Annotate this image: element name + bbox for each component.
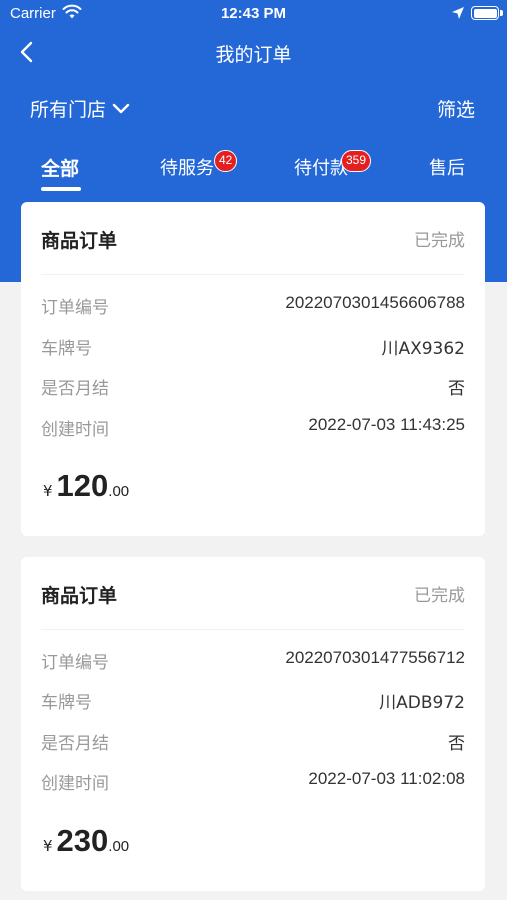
- plate-number-row: 车牌号 川AX9362: [41, 334, 465, 360]
- field-label: 车牌号: [41, 693, 92, 713]
- monthly-settlement-value: 否: [448, 379, 465, 399]
- order-tabs: 全部 待服务 42 待付款 359 售后: [0, 150, 507, 194]
- field-label: 订单编号: [41, 298, 109, 318]
- active-tab-indicator: [41, 187, 81, 191]
- field-label: 是否月结: [41, 734, 109, 754]
- order-type: 商品订单: [41, 585, 118, 607]
- field-label: 车牌号: [41, 339, 92, 359]
- battery-icon: [471, 6, 503, 20]
- created-time: 2022-07-03 11:02:08: [308, 769, 465, 788]
- plate-number-row: 车牌号 川ADB972: [41, 688, 465, 714]
- tab-label: 待服务: [160, 158, 214, 179]
- tab-after-sales[interactable]: 售后: [429, 154, 465, 180]
- field-label: 创建时间: [41, 774, 109, 794]
- store-selector[interactable]: 所有门店: [30, 95, 130, 122]
- order-price: ¥ 230 .00: [43, 823, 129, 859]
- tab-pending-service[interactable]: 待服务: [160, 154, 214, 180]
- order-status: 已完成: [414, 586, 465, 606]
- tab-label: 全部: [41, 158, 80, 180]
- location-arrow-icon: [452, 7, 464, 19]
- order-number: 2022070301477556712: [285, 648, 465, 667]
- order-number-row: 订单编号 2022070301456606788: [41, 293, 465, 319]
- field-label: 是否月结: [41, 379, 109, 399]
- order-card-header: 商品订单 已完成: [21, 202, 485, 272]
- tab-label: 待付款: [294, 158, 348, 179]
- created-time-row: 创建时间 2022-07-03 11:02:08: [41, 769, 465, 795]
- order-price: ¥ 120 .00: [43, 468, 129, 504]
- order-number: 2022070301456606788: [285, 293, 465, 312]
- order-card-header: 商品订单 已完成: [21, 557, 485, 627]
- price-decimal: .00: [108, 483, 130, 500]
- currency-symbol: ¥: [43, 482, 53, 500]
- price-integer: 230: [56, 823, 109, 858]
- navigation-bar: 我的订单: [0, 32, 507, 72]
- pending-service-badge: 42: [214, 150, 238, 172]
- divider: [41, 629, 465, 630]
- tab-all[interactable]: 全部: [41, 154, 79, 181]
- order-status: 已完成: [414, 231, 465, 251]
- monthly-settlement-value: 否: [448, 734, 465, 754]
- order-card[interactable]: 商品订单 已完成 订单编号 2022070301477556712 车牌号 川A…: [21, 557, 485, 891]
- page-title: 我的订单: [215, 44, 292, 66]
- pending-payment-badge: 359: [341, 150, 372, 172]
- order-type: 商品订单: [41, 230, 118, 252]
- order-number-row: 订单编号 2022070301477556712: [41, 648, 465, 674]
- status-bar: Carrier 12:43 PM: [0, 0, 507, 30]
- tab-pending-payment[interactable]: 待付款: [294, 154, 348, 180]
- created-time: 2022-07-03 11:43:25: [308, 415, 465, 434]
- divider: [41, 274, 465, 275]
- created-time-row: 创建时间 2022-07-03 11:43:25: [41, 415, 465, 441]
- clock: 12:43 PM: [220, 5, 287, 22]
- tab-label: 售后: [429, 158, 465, 179]
- monthly-settlement-row: 是否月结 否: [41, 729, 465, 755]
- currency-symbol: ¥: [43, 837, 53, 855]
- field-label: 订单编号: [41, 653, 109, 673]
- plate-number: 川AX9362: [381, 339, 465, 359]
- store-filter-row: 所有门店 筛选: [0, 92, 507, 126]
- chevron-down-icon: [112, 103, 130, 113]
- price-decimal: .00: [108, 838, 130, 855]
- plate-number: 川ADB972: [379, 693, 465, 713]
- price-integer: 120: [56, 468, 109, 503]
- store-selector-label: 所有门店: [30, 99, 107, 121]
- filter-button[interactable]: 筛选: [437, 95, 475, 122]
- field-label: 创建时间: [41, 420, 109, 440]
- monthly-settlement-row: 是否月结 否: [41, 374, 465, 400]
- order-card[interactable]: 商品订单 已完成 订单编号 2022070301456606788 车牌号 川A…: [21, 202, 485, 536]
